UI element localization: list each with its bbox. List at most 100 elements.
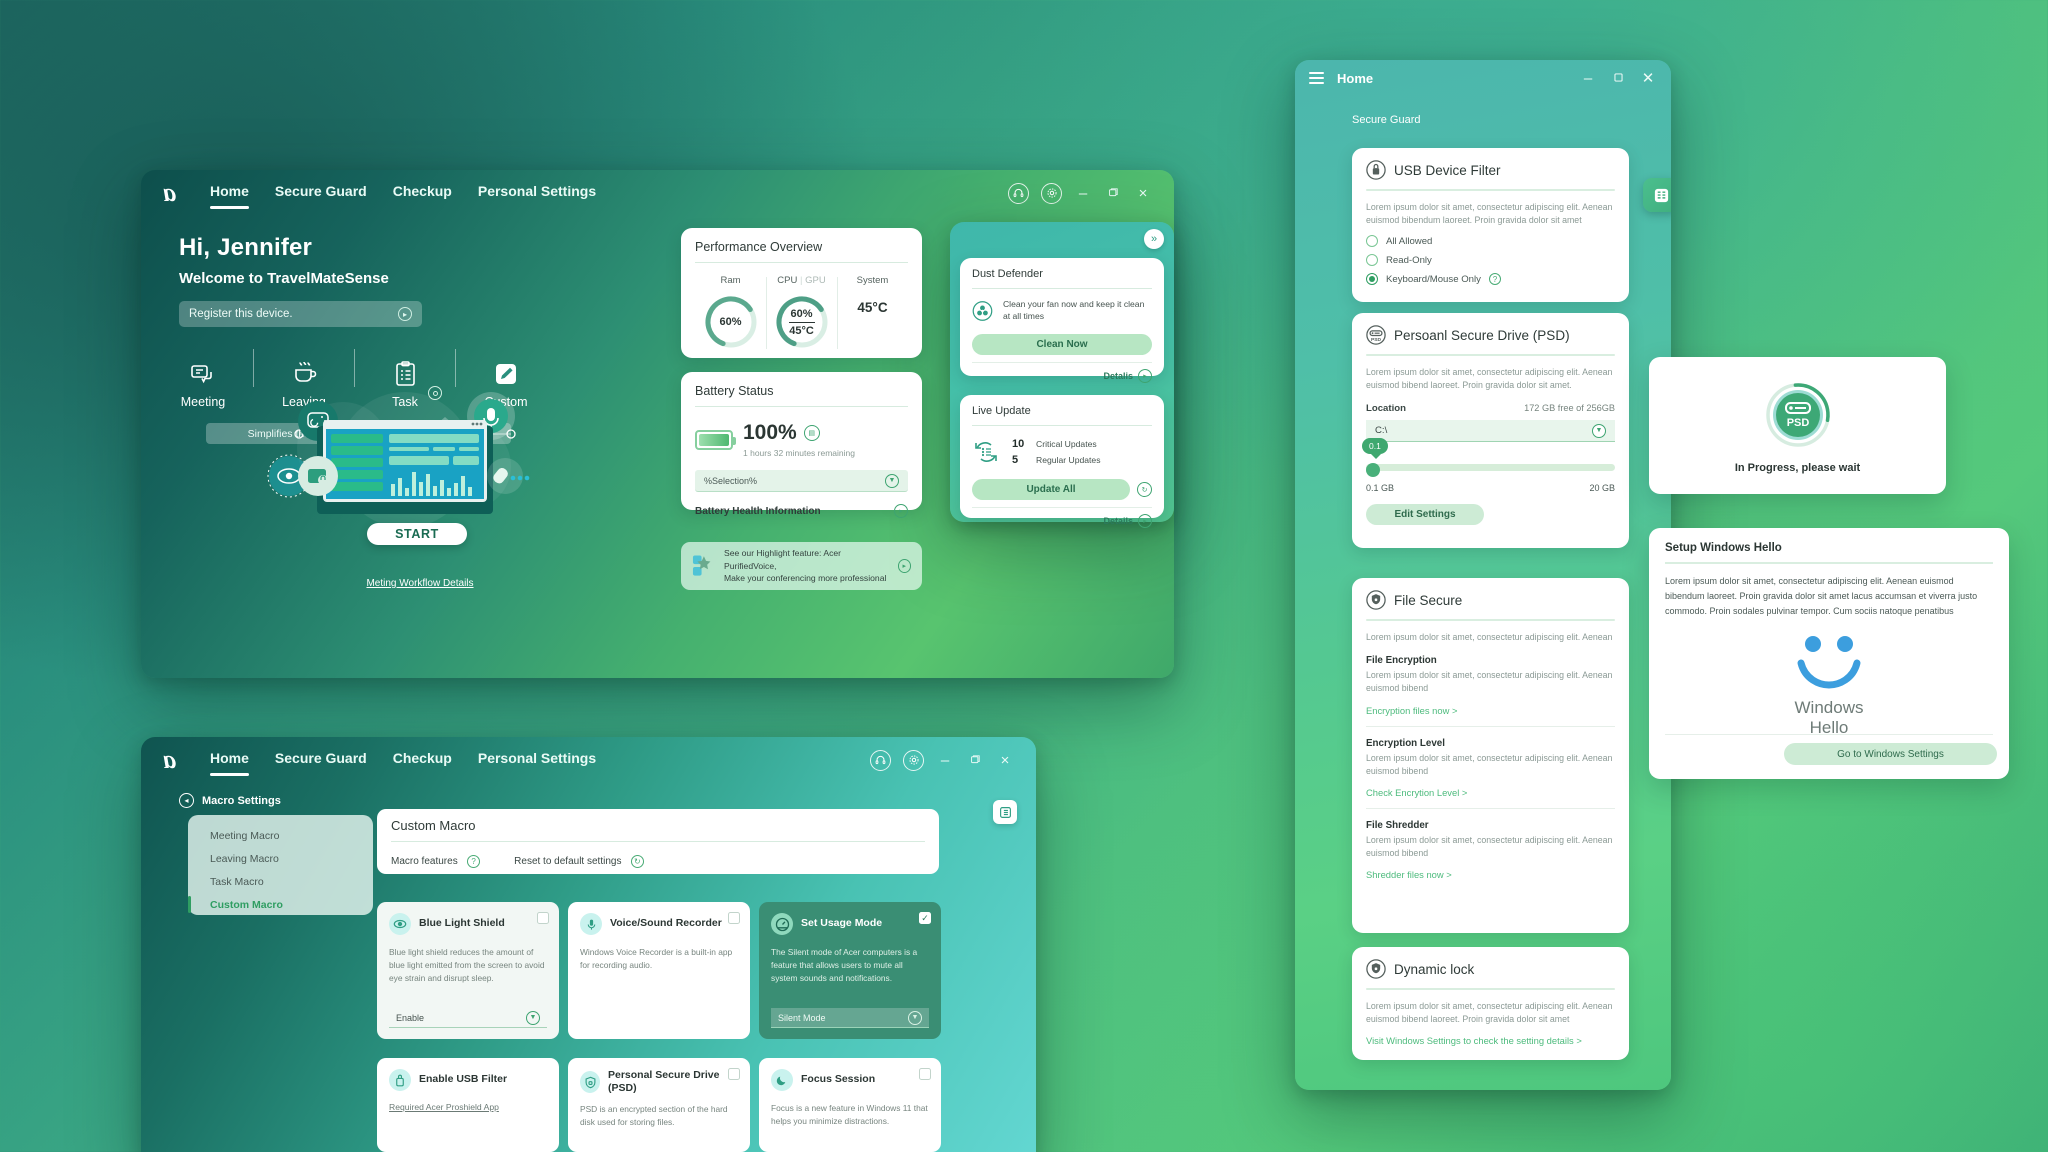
macro-settings-breadcrumb[interactable]: ◂ Macro Settings — [141, 783, 1036, 808]
nav-personal-settings[interactable]: Personal Settings — [478, 750, 596, 770]
dynamic-lock-link[interactable]: Visit Windows Settings to check the sett… — [1366, 1035, 1615, 1046]
check-encryption-level-link[interactable]: Check Encrytion Level > — [1366, 787, 1615, 798]
nav-home[interactable]: Home — [210, 183, 249, 209]
minimize-button[interactable]: – — [1579, 70, 1597, 87]
macro-list-item-meeting[interactable]: Meeting Macro — [188, 824, 373, 847]
expand-panel-icon[interactable]: » — [1144, 229, 1164, 249]
slider-knob[interactable] — [1366, 463, 1380, 478]
macro-list-item-custom[interactable]: Custom Macro — [188, 893, 373, 916]
chevron-left-icon[interactable]: ◂ — [179, 793, 194, 808]
hamburger-menu-icon[interactable] — [1309, 72, 1324, 84]
reset-icon[interactable]: ↻ — [630, 855, 644, 868]
section-desc: Lorem ipsum dolor sit amet, consectetur … — [1366, 670, 1613, 694]
macro-list-item-leaving[interactable]: Leaving Macro — [188, 847, 373, 870]
headset-icon[interactable] — [870, 749, 891, 771]
drive-select[interactable]: C:\ ▼ — [1366, 420, 1615, 443]
macro-card-focus-session[interactable]: Focus Session Focus is a new feature in … — [759, 1058, 941, 1152]
close-button[interactable]: ✕ — [1639, 69, 1657, 87]
maximize-button[interactable] — [966, 752, 984, 769]
macro-card-psd[interactable]: Personal Secure Drive (PSD) PSD is an en… — [568, 1058, 750, 1152]
psd-progress-popup: PSD In Progress, please wait — [1649, 357, 1946, 494]
radio-all-allowed[interactable]: All Allowed — [1366, 235, 1615, 248]
radio-read-only[interactable]: Read-Only — [1366, 254, 1615, 267]
proshield-required-link[interactable]: Required Acer Proshield App — [389, 1102, 547, 1112]
headset-icon[interactable] — [1008, 182, 1029, 204]
chevron-down-icon[interactable]: ▼ — [526, 1010, 540, 1025]
battery-health-link[interactable]: Battery Health Information ▸ — [695, 504, 908, 518]
purified-voice-banner[interactable]: See our Highlight feature: Acer Purified… — [681, 542, 922, 590]
close-button[interactable]: × — [996, 752, 1014, 769]
enable-select[interactable]: Enable ▼ — [389, 1008, 547, 1028]
card-title: Personal Secure Drive (PSD) — [608, 1069, 720, 1095]
chevron-right-icon[interactable]: ▸ — [398, 307, 412, 321]
banner-line-1: See our Highlight feature: Acer Purified… — [723, 548, 842, 571]
battery-report-icon[interactable]: ▤ — [803, 425, 820, 441]
macro-side-panel-button[interactable] — [993, 800, 1017, 824]
encryption-files-link[interactable]: Encryption files now > — [1366, 705, 1615, 716]
clean-now-button[interactable]: Clean Now — [972, 334, 1152, 355]
mode-select[interactable]: Silent Mode ▼ — [771, 1008, 929, 1028]
meeting-illustration — [255, 388, 555, 533]
eye-icon — [389, 913, 411, 935]
dust-defender-card: Dust Defender Clean your fan now and kee… — [960, 258, 1164, 383]
psd-size-slider[interactable]: 0.1 — [1362, 438, 1615, 478]
help-icon[interactable]: ? — [467, 855, 481, 868]
card-checkbox[interactable] — [919, 1068, 931, 1080]
nav-checkup[interactable]: Checkup — [393, 183, 452, 203]
card-checkbox[interactable] — [728, 912, 740, 924]
macro-meeting[interactable]: Meeting — [159, 353, 247, 409]
close-button[interactable]: × — [1134, 185, 1152, 202]
start-button[interactable]: START — [367, 523, 467, 545]
macro-card-enable-usb-filter[interactable]: Enable USB Filter Required Acer Proshiel… — [377, 1058, 559, 1152]
chevron-down-icon[interactable]: ▼ — [885, 473, 899, 488]
nav-checkup[interactable]: Checkup — [393, 750, 452, 770]
card-header: Personal Secure Drive (PSD) — [580, 1069, 738, 1095]
slider-max: 20 GB — [1589, 483, 1615, 494]
workflow-details-link[interactable]: Meting Workflow Details — [360, 578, 480, 589]
card-checkbox[interactable] — [728, 1068, 740, 1080]
fan-icon — [972, 301, 993, 321]
maximize-button[interactable] — [1609, 70, 1627, 87]
macro-card-blue-light-shield[interactable]: Blue Light Shield Blue light shield redu… — [377, 902, 559, 1039]
chevron-right-icon[interactable]: ▸ — [1138, 369, 1152, 383]
register-device-input[interactable]: Register this device. ▸ — [179, 301, 422, 327]
nav-secure-guard[interactable]: Secure Guard — [275, 183, 367, 203]
maximize-button[interactable] — [1104, 185, 1122, 202]
go-to-windows-settings-button[interactable]: Go to Windows Settings — [1784, 743, 1997, 765]
macro-card-set-usage-mode[interactable]: Set Usage Mode ✓ The Silent mode of Acer… — [759, 902, 941, 1039]
chevron-down-icon[interactable]: ▼ — [1592, 423, 1606, 438]
radio-keyboard-mouse-only[interactable]: Keyboard/Mouse Only ? — [1366, 273, 1615, 286]
nav-personal-settings[interactable]: Personal Settings — [478, 183, 596, 203]
live-update-details-link[interactable]: Details ▸ — [972, 507, 1152, 528]
edit-settings-button[interactable]: Edit Settings — [1366, 504, 1484, 526]
secure-guard-side-tab[interactable] — [1643, 178, 1671, 212]
card-checkbox[interactable] — [537, 912, 549, 924]
update-all-button[interactable]: Update All — [972, 479, 1130, 500]
chevron-right-icon[interactable]: ▸ — [1138, 514, 1152, 528]
macro-list-item-task[interactable]: Task Macro — [188, 870, 373, 893]
refresh-icon[interactable]: ↻ — [1137, 482, 1152, 497]
shredder-files-link[interactable]: Shredder files now > — [1366, 869, 1615, 880]
chevron-right-icon[interactable]: ▸ — [897, 559, 912, 573]
nav-home[interactable]: Home — [210, 750, 249, 776]
section-heading: Encryption Level — [1366, 737, 1445, 749]
card-checkbox[interactable]: ✓ — [919, 912, 931, 924]
gear-icon[interactable] — [903, 749, 924, 771]
reset-defaults-action[interactable]: Reset to default settings ↻ — [514, 851, 644, 869]
card-header: Set Usage Mode — [771, 913, 929, 935]
card-title: Set Usage Mode — [801, 917, 883, 930]
dust-details-link[interactable]: Detalis ▸ — [972, 362, 1152, 383]
psd-drive-icon: PSD — [1366, 325, 1386, 345]
macro-features-action[interactable]: Macro features ? — [391, 851, 481, 869]
help-icon[interactable]: ? — [1488, 273, 1501, 286]
chevron-right-icon[interactable]: ▸ — [894, 504, 908, 518]
macro-actions-row: Macro features ? Reset to default settin… — [391, 851, 925, 869]
nav-secure-guard[interactable]: Secure Guard — [275, 750, 367, 770]
minimize-button[interactable]: – — [936, 752, 954, 769]
gear-icon[interactable] — [1041, 182, 1062, 204]
minimize-button[interactable]: – — [1074, 185, 1092, 202]
macro-card-voice-recorder[interactable]: Voice/Sound Recorder Windows Voice Recor… — [568, 902, 750, 1039]
chevron-down-icon[interactable]: ▼ — [908, 1010, 922, 1025]
battery-mode-select[interactable]: %Selection% ▼ — [695, 470, 908, 492]
selected-value: C:\ — [1375, 425, 1388, 437]
